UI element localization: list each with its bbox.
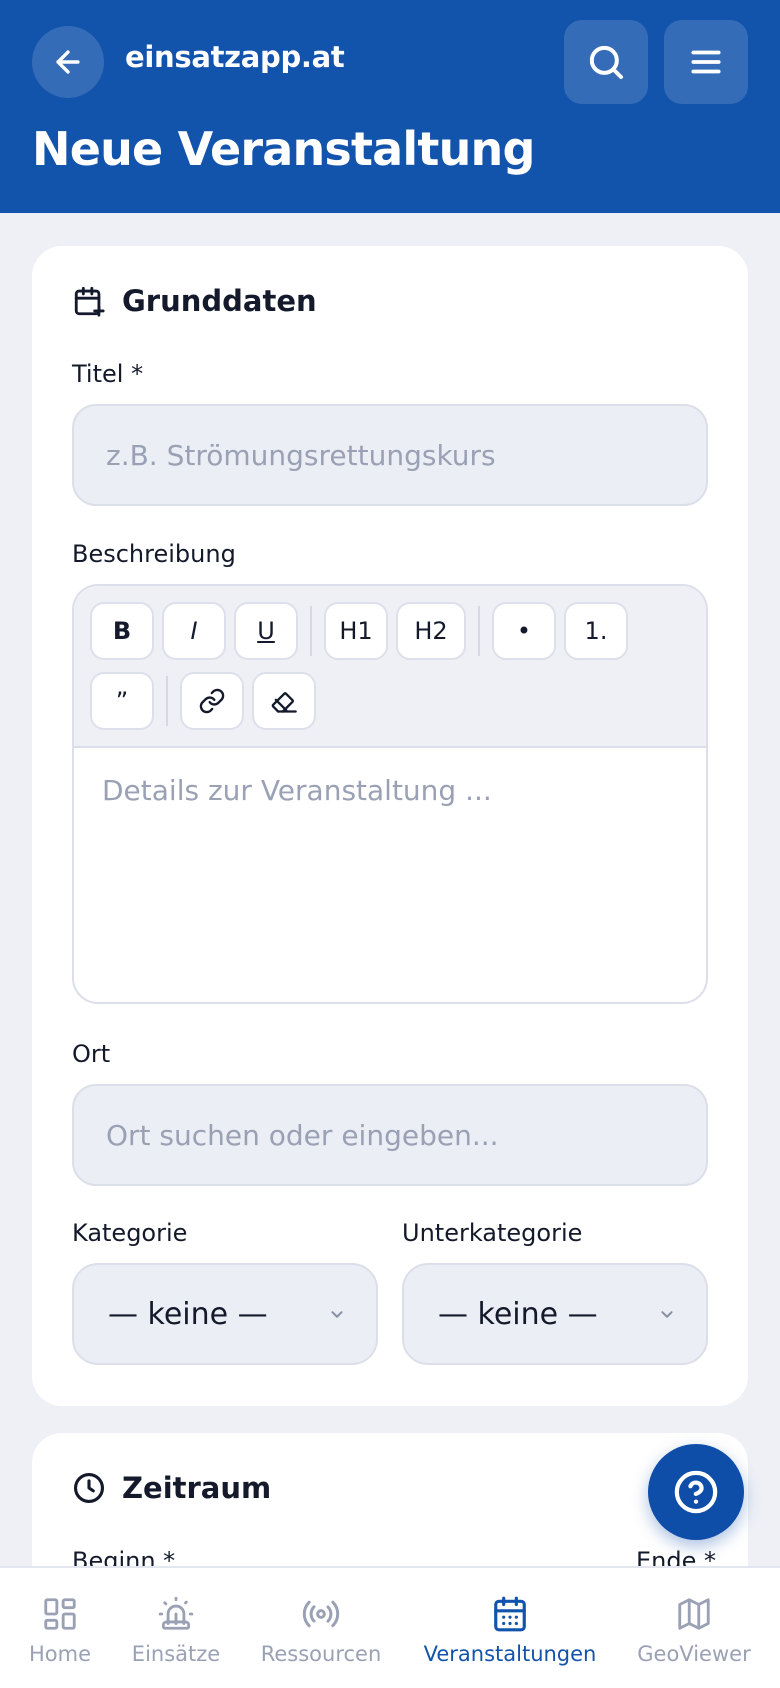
bullet-list-button[interactable]: •	[492, 602, 556, 660]
quote-button[interactable]: ”	[90, 672, 154, 730]
toolbar-divider	[166, 676, 168, 726]
heading1-button[interactable]: H1	[324, 602, 388, 660]
nav-item-einsaetze[interactable]: Einsätze	[126, 1568, 226, 1688]
rich-text-editor: B I U H1 H2 • 1. ” Details zur Veranstal…	[72, 584, 708, 1004]
heading2-button[interactable]: H2	[396, 602, 466, 660]
toolbar-divider	[310, 606, 312, 656]
back-button[interactable]	[32, 26, 104, 98]
siren-icon	[158, 1596, 194, 1630]
help-button[interactable]	[648, 1444, 744, 1540]
editor-placeholder[interactable]: Details zur Veranstaltung ...	[102, 774, 492, 807]
clock-icon	[73, 1472, 105, 1504]
nav-label-home: Home	[28, 1642, 91, 1666]
nav-item-home[interactable]: Home	[22, 1568, 98, 1688]
ort-label: Ort	[72, 1040, 111, 1068]
clear-format-button[interactable]	[252, 672, 316, 730]
ort-placeholder: Ort suchen oder eingeben...	[106, 1118, 499, 1152]
titel-placeholder: z.B. Strömungsrettungskurs	[106, 438, 496, 472]
beschreibung-label: Beschreibung	[72, 540, 236, 568]
nav-label-geoviewer: GeoViewer	[637, 1642, 751, 1666]
nav-item-geoviewer[interactable]: GeoViewer	[634, 1568, 754, 1688]
calendar-icon	[494, 1596, 526, 1632]
section-title-zeitraum: Zeitraum	[122, 1471, 272, 1505]
calendar-plus-icon	[74, 286, 105, 317]
bottom-navigation: Home Einsätze Ressourcen Veranstaltungen…	[0, 1566, 780, 1688]
grunddaten-header: Grunddaten	[72, 284, 317, 318]
brand-name[interactable]: einsatzapp.at	[125, 40, 345, 74]
nav-item-veranstaltungen[interactable]: Veranstaltungen	[420, 1568, 600, 1688]
titel-input[interactable]: z.B. Strömungsrettungskurs	[72, 404, 708, 506]
search-button[interactable]	[564, 20, 648, 104]
help-circle-icon	[674, 1470, 718, 1514]
underline-button[interactable]: U	[234, 602, 298, 660]
grid-icon	[44, 1598, 76, 1630]
nav-item-ressourcen[interactable]: Ressourcen	[256, 1568, 386, 1688]
chevron-down-icon	[331, 1311, 343, 1318]
nav-label-ressourcen: Ressourcen	[260, 1642, 382, 1666]
toolbar-divider	[478, 606, 480, 656]
arrow-left-icon	[56, 50, 80, 74]
titel-label: Titel *	[72, 360, 144, 388]
kategorie-value: — keine —	[108, 1296, 268, 1332]
map-icon	[678, 1598, 710, 1630]
eraser-icon	[271, 692, 297, 713]
broadcast-icon	[302, 1600, 340, 1628]
kategorie-select[interactable]: — keine —	[72, 1263, 378, 1365]
hamburger-icon	[691, 50, 721, 74]
section-title-grunddaten: Grunddaten	[122, 284, 317, 318]
chevron-down-icon	[661, 1311, 673, 1318]
menu-button[interactable]	[664, 20, 748, 104]
italic-button[interactable]: I	[162, 602, 226, 660]
link-button[interactable]	[180, 672, 244, 730]
ort-input[interactable]: Ort suchen oder eingeben...	[72, 1084, 708, 1186]
unterkategorie-value: — keine —	[438, 1296, 598, 1332]
nav-label-veranstaltungen: Veranstaltungen	[423, 1642, 597, 1666]
page-title: Neue Veranstaltung	[32, 122, 535, 176]
search-icon	[589, 45, 623, 79]
unterkategorie-label: Unterkategorie	[402, 1219, 583, 1247]
app-header: einsatzapp.at Neue Veranstaltung	[0, 0, 780, 213]
bold-button[interactable]: B	[90, 602, 154, 660]
unterkategorie-select[interactable]: — keine —	[402, 1263, 708, 1365]
nav-label-einsaetze: Einsätze	[131, 1642, 221, 1666]
zeitraum-header: Zeitraum	[72, 1471, 271, 1505]
numbered-list-button[interactable]: 1.	[564, 602, 628, 660]
kategorie-label: Kategorie	[72, 1219, 188, 1247]
editor-toolbar: B I U H1 H2 • 1. ”	[74, 586, 706, 748]
grunddaten-card: Grunddaten Titel * z.B. Strömungsrettung…	[32, 246, 748, 1406]
link-icon	[199, 688, 225, 714]
